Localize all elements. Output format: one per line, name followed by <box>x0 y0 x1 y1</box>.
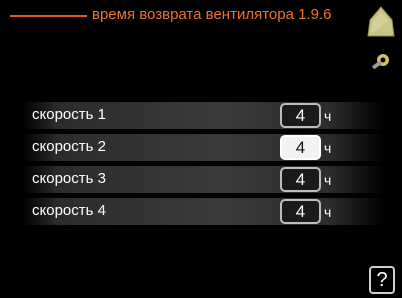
row-label: скорость 2 <box>32 138 106 155</box>
settings-list: скорость 1 4 ч скорость 2 4 ч скорость 3… <box>22 102 384 230</box>
row-label: скорость 3 <box>32 170 106 187</box>
value-field[interactable]: 4 <box>280 199 321 224</box>
speed-row-3[interactable]: скорость 3 4 ч <box>22 166 384 193</box>
value-field[interactable]: 4 <box>280 167 321 192</box>
row-label: скорость 1 <box>32 106 106 123</box>
value-field[interactable]: 4 <box>280 135 321 160</box>
house-icon[interactable] <box>366 4 396 38</box>
value-field[interactable]: 4 <box>280 103 321 128</box>
speed-row-2[interactable]: скорость 2 4 ч <box>22 134 384 161</box>
unit-label: ч <box>324 108 332 124</box>
row-label: скорость 4 <box>32 202 106 219</box>
service-tool-icon <box>372 54 389 69</box>
speed-row-1[interactable]: скорость 1 4 ч <box>22 102 384 129</box>
unit-label: ч <box>324 172 332 188</box>
page-title: время возврата вентилятора 1.9.6 <box>92 6 332 23</box>
speed-row-4[interactable]: скорость 4 4 ч <box>22 198 384 225</box>
header-accent-line <box>10 15 87 17</box>
unit-label: ч <box>324 204 332 220</box>
unit-label: ч <box>324 140 332 156</box>
help-button[interactable]: ? <box>369 266 395 294</box>
